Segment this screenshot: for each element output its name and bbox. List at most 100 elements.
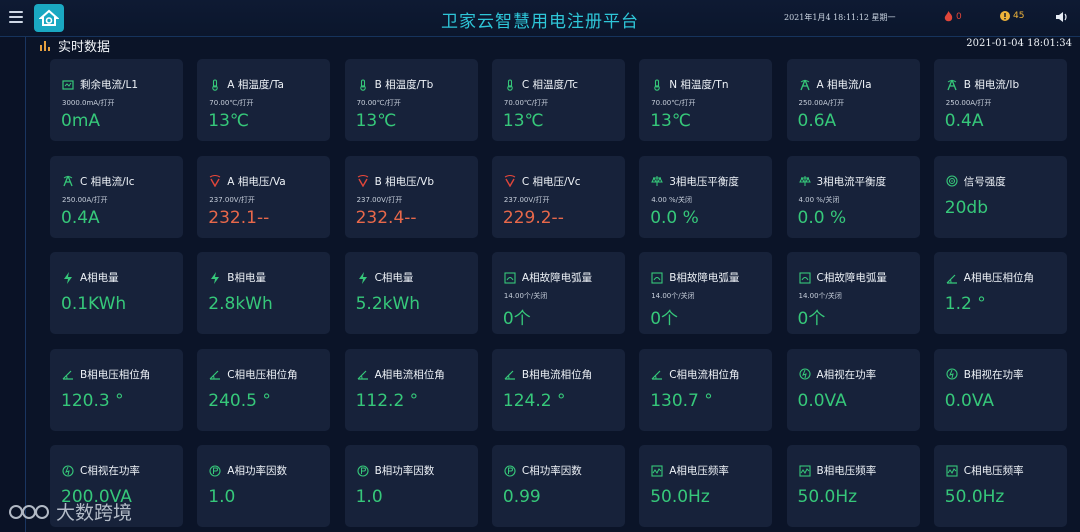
data-card[interactable]: A相功率因数 1.0	[197, 445, 331, 527]
card-value: 1.0	[208, 487, 236, 507]
data-card[interactable]: C相电压相位角 240.5 °	[197, 348, 331, 431]
angle-icon	[62, 370, 73, 380]
card-value: 1.0	[355, 487, 383, 507]
card-value: 0.1KWh	[61, 294, 127, 314]
angle-icon	[209, 370, 221, 380]
card-header: B相电量	[209, 270, 266, 285]
data-card[interactable]: A相电流相位角 112.2 °	[344, 348, 478, 431]
volume-icon[interactable]	[1055, 11, 1069, 23]
warning-alert[interactable]: 45	[1000, 11, 1024, 21]
header-datetime: 2021年1月4 18:11:12 星期一	[784, 13, 896, 22]
data-card[interactable]: 剩余电流/L1 3000.0mA/打开 0mA	[50, 59, 183, 141]
data-card[interactable]: B相功率因数 1.0	[344, 445, 478, 527]
data-card[interactable]: 信号强度 20db	[933, 155, 1067, 238]
card-value: 2.8kWh	[208, 294, 273, 314]
card-value: 232.1--	[208, 207, 270, 228]
card-value: 0.0 %	[650, 207, 699, 228]
card-label: A相故障电弧量	[521, 272, 593, 284]
card-label: B 相电压/Vb	[374, 175, 435, 188]
data-card[interactable]: C相电量 5.2kWh	[344, 252, 478, 334]
card-label: A 相温度/Ta	[227, 79, 284, 91]
data-card[interactable]: B 相电压/Vb 237.00V/打开 232.4--	[344, 155, 478, 238]
fire-count: 0	[956, 11, 962, 22]
lightning-icon	[358, 271, 367, 284]
card-threshold: 4.00 %/关闭	[798, 195, 840, 204]
data-card[interactable]: N 相温度/Tn 70.00℃/打开 13℃	[639, 59, 773, 141]
data-card[interactable]: B相电流相位角 124.2 °	[491, 348, 625, 431]
card-value: 13℃	[208, 111, 250, 131]
card-label: B相电流相位角	[521, 368, 593, 381]
card-header: B 相电流/Ib	[946, 77, 1019, 92]
app-title: 卫家云智慧用电注册平台	[441, 12, 639, 32]
data-card[interactable]: A 相温度/Ta 70.00℃/打开 13℃	[197, 59, 331, 141]
card-label: A相视在功率	[816, 368, 877, 381]
card-threshold: 4.00 %/关闭	[651, 195, 693, 204]
frequency-icon	[651, 464, 663, 477]
card-label: C相电压频率	[963, 465, 1024, 477]
card-header: N 相温度/Tn	[651, 77, 729, 92]
card-label: A相功率因数	[227, 465, 287, 477]
data-card[interactable]: C相电压频率 50.0Hz	[933, 445, 1067, 527]
card-header: B相电压相位角	[62, 367, 150, 382]
data-card[interactable]: B 相电流/Ib 250.00A/打开 0.4A	[933, 59, 1067, 141]
card-header: A 相电流/Ia	[799, 77, 872, 92]
leakage-icon	[62, 79, 74, 90]
data-timestamp: 2021-01-04 18:01:34	[966, 38, 1072, 49]
card-threshold: 250.00A/打开	[798, 99, 845, 107]
section-title: 实时数据	[58, 40, 111, 55]
data-card[interactable]: B相电压频率 50.0Hz	[786, 445, 920, 527]
data-card[interactable]: A相电量 0.1KWh	[50, 252, 183, 334]
card-value: 0.0VA	[797, 390, 847, 411]
data-card[interactable]: A相电压频率 50.0Hz	[639, 445, 773, 527]
card-header: C 相电压/Vc	[504, 174, 581, 189]
card-threshold: 14.00个/关闭	[503, 292, 548, 300]
data-card[interactable]: B相故障电弧量 14.00个/关闭 0个	[639, 252, 773, 334]
card-value: 13℃	[355, 111, 397, 131]
data-card[interactable]: B 相温度/Tb 70.00℃/打开 13℃	[344, 59, 478, 141]
data-card[interactable]: B相电量 2.8kWh	[197, 252, 331, 334]
card-header: 3相电压平衡度	[651, 174, 739, 189]
data-card[interactable]: C 相温度/Tc 70.00℃/打开 13℃	[491, 59, 625, 141]
card-header: B相视在功率	[946, 367, 1024, 382]
data-card[interactable]: C 相电压/Vc 237.00V/打开 229.2--	[491, 155, 625, 238]
data-card[interactable]: A相故障电弧量 14.00个/关闭 0个	[491, 252, 625, 334]
frequency-icon	[798, 464, 811, 477]
data-card[interactable]: 3相电压平衡度 4.00 %/关闭 0.0 %	[639, 155, 773, 238]
balance-icon	[651, 176, 663, 186]
card-label: N 相温度/Tn	[669, 79, 729, 91]
fire-alert[interactable]: 0	[944, 11, 962, 22]
bar-chart-icon	[40, 40, 50, 51]
balance-icon	[798, 176, 811, 186]
warning-icon	[1000, 11, 1010, 21]
arc-fault-icon	[651, 271, 663, 284]
card-label: C相故障电弧量	[816, 272, 887, 284]
card-label: 剩余电流/L1	[80, 79, 139, 91]
thermometer-icon	[654, 78, 660, 91]
card-value: 13℃	[502, 111, 544, 131]
card-label: C相电压相位角	[227, 368, 298, 381]
thermometer-icon	[212, 78, 219, 91]
card-label: 3相电流平衡度	[816, 175, 887, 188]
data-card[interactable]: A 相电流/Ia 250.00A/打开 0.6A	[786, 59, 920, 141]
data-card[interactable]: C 相电流/Ic 250.00A/打开 0.4A	[50, 155, 183, 238]
card-label: B相故障电弧量	[669, 272, 740, 284]
card-threshold: 70.00℃/打开	[651, 99, 696, 107]
angle-icon	[651, 370, 663, 380]
data-card[interactable]: C相功率因数 0.99	[491, 445, 625, 527]
card-header: C相电量	[357, 270, 413, 285]
card-label: 3相电压平衡度	[669, 175, 739, 188]
data-card[interactable]: A 相电压/Va 237.00V/打开 232.1--	[197, 155, 331, 238]
card-label: B相视在功率	[963, 368, 1024, 381]
data-card[interactable]: A相视在功率 0.0VA	[786, 348, 920, 431]
data-card[interactable]: C相故障电弧量 14.00个/关闭 0个	[786, 252, 920, 334]
angle-icon	[504, 370, 515, 380]
card-header: C相故障电弧量	[798, 270, 887, 285]
data-card[interactable]: A相电压相位角 1.2 °	[933, 252, 1067, 334]
data-card[interactable]: B相视在功率 0.0VA	[933, 348, 1067, 431]
card-header: B 相温度/Tb	[357, 77, 433, 92]
data-card[interactable]: B相电压相位角 120.3 °	[50, 348, 183, 431]
data-card[interactable]: 3相电流平衡度 4.00 %/关闭 0.0 %	[786, 155, 920, 238]
data-card[interactable]: C相电流相位角 130.7 °	[639, 348, 773, 431]
card-value: 0mA	[61, 111, 101, 131]
card-header: C 相温度/Tc	[504, 77, 578, 92]
